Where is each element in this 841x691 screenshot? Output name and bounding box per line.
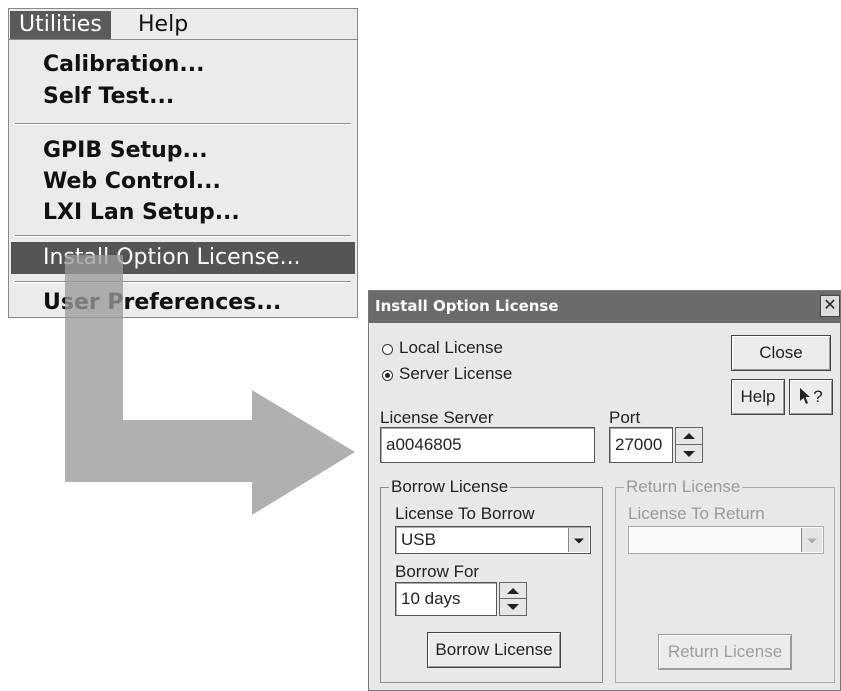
menu-item-install-option-license[interactable]: Install Option License... <box>11 242 355 274</box>
port-input[interactable]: 27000 <box>609 427 673 463</box>
utilities-menu: Utilities Help Calibration... Self Test.… <box>8 8 358 318</box>
menu-help[interactable]: Help <box>129 11 197 39</box>
port-label: Port <box>609 408 641 427</box>
server-license-label[interactable]: Server License <box>399 364 512 384</box>
chevron-up-icon <box>683 433 695 439</box>
chevron-down-icon <box>807 538 817 544</box>
chevron-down-icon <box>574 538 584 544</box>
local-license-radio[interactable] <box>382 344 393 355</box>
license-to-return-select[interactable] <box>628 526 824 554</box>
borrow-for-spin-up[interactable] <box>500 583 526 599</box>
dialog-titlebar: Install Option License ✕ <box>369 291 840 323</box>
port-spin-up[interactable] <box>676 428 702 445</box>
pointer-icon <box>800 388 811 404</box>
borrow-license-legend: Borrow License <box>389 477 511 497</box>
port-spinner[interactable] <box>675 427 703 463</box>
license-server-input[interactable]: a0046805 <box>380 427 595 463</box>
license-to-borrow-label: License To Borrow <box>395 504 535 523</box>
menu-item-user-preferences[interactable]: User Preferences... <box>11 288 355 318</box>
whats-this-label: ? <box>813 387 823 406</box>
menu-separator <box>15 281 351 283</box>
help-button[interactable]: Help <box>731 379 785 415</box>
borrow-license-group: Borrow License License To Borrow USB Bor… <box>380 477 603 683</box>
menu-item-lxi-lan-setup[interactable]: LXI Lan Setup... <box>11 198 355 228</box>
menu-separator <box>15 123 351 125</box>
menu-item-calibration[interactable]: Calibration... <box>11 50 355 80</box>
license-to-return-dropdown-button[interactable] <box>801 528 822 552</box>
menu-item-self-test[interactable]: Self Test... <box>11 82 355 112</box>
menu-item-gpib-setup[interactable]: GPIB Setup... <box>11 136 355 166</box>
chevron-down-icon <box>683 450 695 457</box>
menu-separator <box>15 235 351 237</box>
menu-utilities[interactable]: Utilities <box>10 11 111 39</box>
server-license-radio[interactable] <box>382 370 393 381</box>
borrow-for-input[interactable]: 10 days <box>395 582 497 616</box>
utilities-dropdown: Calibration... Self Test... GPIB Setup..… <box>8 40 358 318</box>
borrow-license-button[interactable]: Borrow License <box>427 632 561 668</box>
menu-item-web-control[interactable]: Web Control... <box>11 167 355 197</box>
license-to-borrow-dropdown-button[interactable] <box>568 528 589 552</box>
license-server-label: License Server <box>380 408 494 427</box>
close-button[interactable]: Close <box>731 335 831 371</box>
whats-this-button[interactable]: ? <box>789 379 833 415</box>
close-icon[interactable]: ✕ <box>820 295 840 317</box>
license-to-borrow-select[interactable]: USB <box>395 526 591 554</box>
menu-bar: Utilities Help <box>8 8 358 40</box>
local-license-label[interactable]: Local License <box>399 338 503 358</box>
borrow-for-spinner[interactable] <box>499 582 527 616</box>
port-spin-down[interactable] <box>676 445 702 462</box>
license-to-borrow-value: USB <box>401 530 436 549</box>
return-license-button[interactable]: Return License <box>658 634 792 670</box>
license-to-return-label: License To Return <box>628 504 765 523</box>
chevron-down-icon <box>507 604 519 610</box>
chevron-up-icon <box>507 587 519 594</box>
dialog-title: Install Option License <box>375 297 559 315</box>
return-license-group: Return License License To Return Return … <box>615 477 835 683</box>
return-license-legend: Return License <box>624 477 743 497</box>
borrow-for-label: Borrow For <box>395 562 480 581</box>
borrow-for-spin-down[interactable] <box>500 599 526 615</box>
install-option-license-dialog: Install Option License ✕ Local License S… <box>368 290 841 691</box>
